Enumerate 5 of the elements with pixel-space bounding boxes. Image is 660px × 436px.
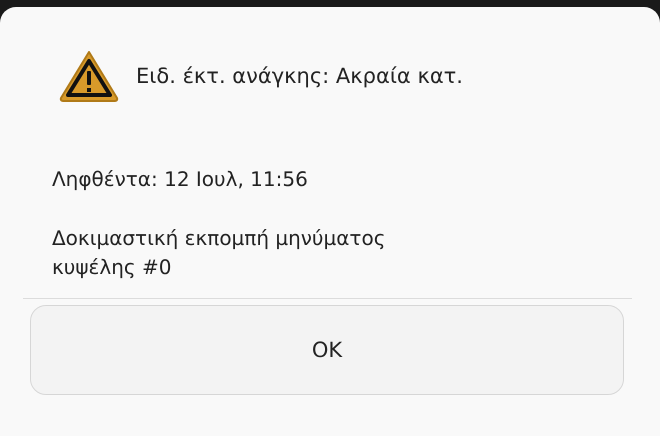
- message-text: Δοκιμαστική εκπομπή μηνύματος κυψέλης #0: [52, 225, 386, 281]
- warning-icon: [58, 49, 120, 103]
- received-time: Ληφθέντα: 12 Ιουλ, 11:56: [52, 166, 309, 193]
- dialog-title: Ειδ. έκτ. ανάγκης: Ακραία κατ.: [136, 64, 463, 88]
- ok-button[interactable]: OK: [30, 305, 624, 395]
